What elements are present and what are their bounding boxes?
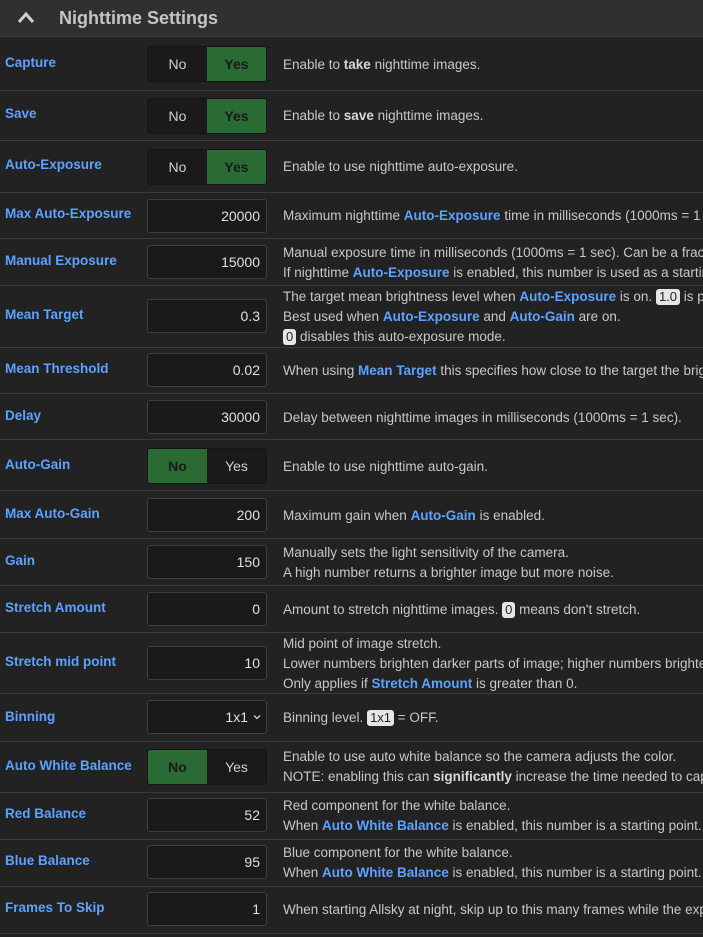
stretch-amount-input[interactable]: 0 [147, 592, 267, 626]
value-badge: 0 [502, 602, 516, 618]
setting-label[interactable]: Auto-Gain [5, 457, 70, 472]
setting-description: Mid point of image stretch. Lower number… [283, 636, 703, 691]
setting-description: Amount to stretch nighttime images. 0 me… [283, 602, 641, 618]
setting-row-stretch-amount: Stretch Amount 0 Amount to stretch night… [0, 586, 703, 633]
setting-description: When using Mean Target this specifies ho… [283, 363, 703, 378]
setting-label[interactable]: Auto-Exposure [5, 157, 102, 172]
setting-row-manual-exposure: Manual Exposure 15000 Manual exposure ti… [0, 239, 703, 286]
setting-label[interactable]: Stretch Amount [5, 600, 106, 615]
setting-label[interactable]: Max Auto-Gain [5, 506, 100, 521]
setting-label[interactable]: Frames To Skip [5, 900, 105, 915]
setting-description: Maximum nighttime Auto-Exposure time in … [283, 208, 703, 223]
auto-white-balance-toggle[interactable]: No Yes [147, 749, 267, 785]
setting-label[interactable]: Binning [5, 709, 55, 724]
setting-row-mean-threshold: Mean Threshold 0.02 When using Mean Targ… [0, 348, 703, 394]
setting-row-gain: Gain 150 Manually sets the light sensiti… [0, 539, 703, 586]
setting-description: Enable to save nighttime images. [283, 108, 484, 123]
max-auto-gain-input[interactable]: 200 [147, 498, 267, 532]
setting-description: Maximum gain when Auto-Gain is enabled. [283, 508, 545, 523]
toggle-yes-option[interactable]: Yes [207, 99, 266, 133]
chevron-up-icon[interactable] [16, 9, 36, 27]
setting-row-mean-target: Mean Target 0.3 The target mean brightne… [0, 286, 703, 348]
setting-row-save: Save No Yes Enable to save nighttime ima… [0, 91, 703, 141]
setting-row-max-auto-gain: Max Auto-Gain 200 Maximum gain when Auto… [0, 491, 703, 539]
toggle-yes-option[interactable]: Yes [207, 750, 266, 784]
stretch-mid-point-input[interactable]: 10 [147, 646, 267, 680]
setting-description: Red component for the white balance. Whe… [283, 798, 702, 833]
setting-description: When starting Allsky at night, skip up t… [283, 902, 703, 917]
toggle-yes-option[interactable]: Yes [207, 47, 266, 81]
binning-select[interactable]: 1x1 [147, 700, 267, 734]
setting-row-auto-gain: Auto-Gain No Yes Enable to use nighttime… [0, 440, 703, 491]
red-balance-input[interactable]: 52 [147, 798, 267, 832]
setting-row-delay: Delay 30000 Delay between nighttime imag… [0, 394, 703, 440]
setting-row-auto-exposure: Auto-Exposure No Yes Enable to use night… [0, 141, 703, 193]
toggle-no-option[interactable]: No [148, 150, 207, 184]
setting-label[interactable]: Capture [5, 55, 56, 70]
toggle-yes-option[interactable]: Yes [207, 150, 266, 184]
setting-row-frames-to-skip: Frames To Skip 1 When starting Allsky at… [0, 887, 703, 934]
manual-exposure-input[interactable]: 15000 [147, 245, 267, 279]
frames-to-skip-input[interactable]: 1 [147, 892, 267, 926]
page-title: Nighttime Settings [59, 8, 219, 28]
setting-label[interactable]: Mean Target [5, 307, 84, 322]
auto-gain-toggle[interactable]: No Yes [147, 448, 267, 484]
mean-target-input[interactable]: 0.3 [147, 299, 267, 333]
setting-label[interactable]: Mean Threshold [5, 361, 109, 376]
max-auto-exposure-input[interactable]: 20000 [147, 199, 267, 233]
setting-description: Manual exposure time in milliseconds (10… [283, 245, 703, 280]
setting-label[interactable]: Gain [5, 553, 35, 568]
mean-threshold-input[interactable]: 0.02 [147, 353, 267, 387]
setting-description: Manually sets the light sensitivity of t… [283, 545, 614, 580]
delay-input[interactable]: 30000 [147, 400, 267, 434]
toggle-no-option[interactable]: No [148, 99, 207, 133]
setting-label[interactable]: Max Auto-Exposure [5, 206, 131, 221]
setting-description: Enable to use nighttime auto-gain. [283, 459, 488, 474]
blue-balance-input[interactable]: 95 [147, 845, 267, 879]
toggle-yes-option[interactable]: Yes [207, 449, 266, 483]
section-header[interactable]: Nighttime Settings [0, 0, 703, 37]
auto-exposure-toggle[interactable]: No Yes [147, 149, 267, 185]
setting-row-capture: Capture No Yes Enable to take nighttime … [0, 37, 703, 91]
gain-input[interactable]: 150 [147, 545, 267, 579]
setting-label[interactable]: Blue Balance [5, 853, 90, 868]
setting-description: Enable to use auto white balance so the … [283, 749, 703, 784]
setting-label[interactable]: Stretch mid point [5, 654, 116, 669]
setting-row-max-auto-exposure: Max Auto-Exposure 20000 Maximum nighttim… [0, 193, 703, 239]
setting-label[interactable]: Auto White Balance [5, 758, 132, 773]
setting-description: Blue component for the white balance. Wh… [283, 845, 702, 880]
setting-label[interactable]: Manual Exposure [5, 253, 117, 268]
setting-label[interactable]: Delay [5, 408, 41, 423]
toggle-no-option[interactable]: No [148, 750, 207, 784]
value-badge: 1x1 [367, 710, 395, 726]
setting-description: The target mean brightness level when Au… [283, 289, 703, 345]
setting-row-red-balance: Red Balance 52 Red component for the whi… [0, 793, 703, 840]
value-badge: 0 [283, 329, 297, 345]
chevron-down-icon [253, 715, 261, 720]
setting-row-stretch-mid-point: Stretch mid point 10 Mid point of image … [0, 633, 703, 694]
setting-row-auto-white-balance: Auto White Balance No Yes Enable to use … [0, 742, 703, 793]
setting-row-blue-balance: Blue Balance 95 Blue component for the w… [0, 840, 703, 887]
setting-description: Binning level. 1x1 = OFF. [283, 710, 439, 726]
setting-description: Enable to take nighttime images. [283, 57, 481, 72]
save-toggle[interactable]: No Yes [147, 98, 267, 134]
toggle-no-option[interactable]: No [148, 47, 207, 81]
value-badge: 1.0 [655, 289, 681, 305]
setting-label[interactable]: Save [5, 106, 37, 121]
setting-description: Delay between nighttime images in millis… [283, 410, 682, 425]
binning-selected-value: 1x1 [225, 709, 248, 725]
setting-label[interactable]: Red Balance [5, 806, 86, 821]
toggle-no-option[interactable]: No [148, 449, 207, 483]
setting-description: Enable to use nighttime auto-exposure. [283, 159, 518, 174]
setting-row-binning: Binning 1x1 Binning level. 1x1 = OFF. [0, 694, 703, 742]
capture-toggle[interactable]: No Yes [147, 46, 267, 82]
